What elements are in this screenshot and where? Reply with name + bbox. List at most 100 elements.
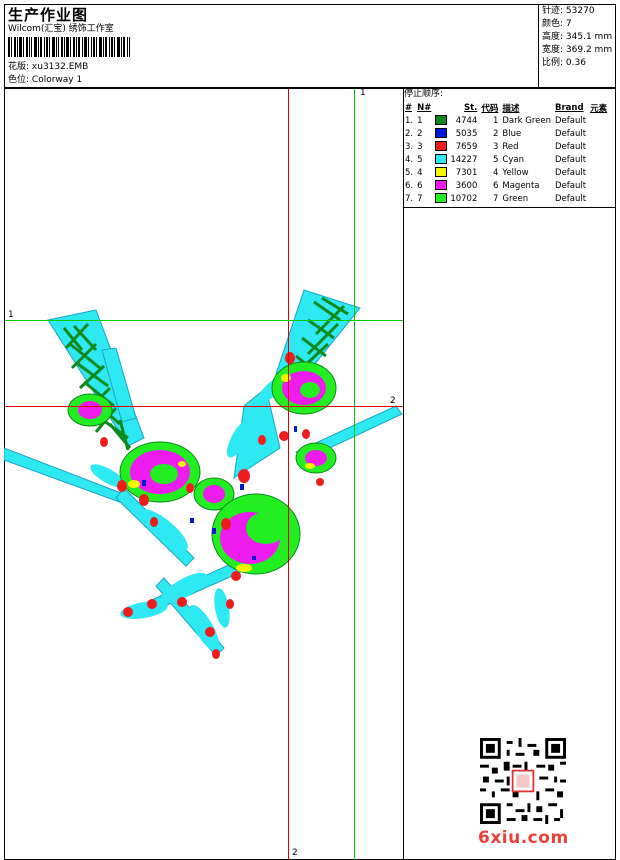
color-swatch	[435, 128, 448, 139]
col-header: 描述	[502, 103, 520, 114]
green-guide-top-label: 1	[360, 88, 366, 98]
red-vertical-guide	[288, 89, 289, 860]
color-swatch	[435, 193, 448, 204]
colorway-row: 色位: Colorway 1	[8, 75, 82, 86]
stat-width: 宽度: 369.2 mm	[542, 45, 612, 56]
row-index: 4.	[405, 154, 414, 165]
row-description: Yellow	[502, 167, 529, 178]
row-needle: 2	[417, 128, 423, 139]
red-horizontal-guide	[5, 406, 403, 407]
table-row: 5. 4 7301 4 Yellow Default	[403, 166, 609, 179]
row-code: 5	[492, 154, 499, 165]
row-description: Green	[502, 193, 529, 204]
table-row: 4. 5 14227 5 Cyan Default	[403, 153, 609, 166]
stat-value: 369.2 mm	[565, 45, 613, 55]
stitch-count: 4744	[455, 115, 478, 126]
stat-scale: 比例: 0.36	[542, 58, 586, 69]
row-description: Magenta	[502, 180, 540, 191]
stop-sequence-table: # N# St. 代码 描述 Brand 元素 1. 1 4744 1 Dark Gre…	[403, 101, 609, 205]
design-file-label: 花版:	[8, 62, 30, 72]
table-header-row: # N# St. 代码 描述 Brand 元素	[403, 101, 609, 114]
row-stitches: 10702	[433, 192, 479, 205]
row-element	[588, 127, 609, 140]
row-code: 6	[492, 180, 499, 191]
row-stitches: 7301	[433, 166, 479, 179]
table-row: 3. 3 7659 3 Red Default	[403, 140, 609, 153]
row-brand: Default	[555, 115, 587, 126]
header-divider	[538, 4, 539, 88]
row-stitches: 3600	[433, 179, 479, 192]
row-brand: Default	[555, 167, 587, 178]
company-name: Wilcom(汇宝) 绣饰工作室	[8, 24, 114, 34]
stitch-count: 5035	[455, 128, 478, 139]
color-swatch	[435, 115, 448, 126]
row-stitches: 7659	[433, 140, 479, 153]
row-brand: Default	[555, 128, 587, 139]
barcode-icon	[8, 37, 130, 57]
stitch-count: 10702	[450, 193, 478, 204]
row-stitches: 14227	[433, 153, 479, 166]
row-stitches: 5035	[433, 127, 479, 140]
row-element	[588, 114, 609, 127]
col-header: 代码	[481, 103, 499, 114]
stat-value: 345.1 mm	[565, 32, 613, 42]
color-swatch	[435, 141, 448, 152]
table-row: 6. 6 3600 6 Magenta Default	[403, 179, 609, 192]
stitch-count: 7301	[455, 167, 478, 178]
color-swatch	[435, 167, 448, 178]
row-needle: 1	[417, 115, 423, 126]
row-code: 4	[492, 167, 499, 178]
row-code: 7	[492, 193, 499, 204]
table-row: 1. 1 4744 1 Dark Green Default	[403, 114, 609, 127]
row-brand: Default	[555, 154, 587, 165]
row-description: Cyan	[502, 154, 524, 165]
row-description: Red	[502, 141, 519, 152]
col-header: N#	[417, 102, 432, 113]
color-swatch	[435, 180, 448, 191]
row-needle: 3	[417, 141, 423, 152]
stat-label: 针迹:	[542, 6, 564, 16]
green-guide-left-label: 1	[8, 310, 14, 320]
row-element	[588, 153, 609, 166]
color-swatch	[435, 154, 448, 165]
row-code: 2	[492, 128, 499, 139]
row-needle: 4	[417, 167, 423, 178]
row-needle: 7	[417, 193, 423, 204]
stat-label: 颜色:	[542, 19, 564, 29]
row-index: 6.	[405, 180, 414, 191]
stat-value: 0.36	[565, 58, 586, 68]
stitch-count: 3600	[455, 180, 478, 191]
colorway-label: 色位:	[8, 75, 30, 85]
stitch-count: 14227	[450, 154, 478, 165]
red-guide-bottom-label: 2	[292, 848, 298, 858]
stitch-count: 7659	[455, 141, 478, 152]
green-horizontal-guide	[5, 320, 403, 321]
row-element	[588, 179, 609, 192]
row-description: Blue	[502, 128, 522, 139]
col-header: Brand	[555, 102, 584, 113]
stat-stitches: 针迹: 53270	[542, 6, 595, 17]
row-index: 1.	[405, 115, 414, 126]
row-index: 5.	[405, 167, 414, 178]
qr-code-icon	[480, 738, 566, 824]
row-index: 7.	[405, 193, 414, 204]
stop-sequence-title: 停止顺序:	[404, 89, 444, 99]
colorway-value: Colorway 1	[31, 75, 83, 85]
stat-value: 7	[565, 19, 572, 29]
stat-label: 比例:	[542, 58, 564, 68]
row-element	[588, 166, 609, 179]
row-element	[588, 192, 609, 205]
stat-height: 高度: 345.1 mm	[542, 32, 612, 43]
row-index: 2.	[405, 128, 414, 139]
green-vertical-guide	[354, 89, 355, 860]
row-brand: Default	[555, 141, 587, 152]
embroidery-design	[4, 289, 403, 659]
design-file-row: 花版: xu3132.EMB	[8, 62, 88, 73]
stat-label: 宽度:	[542, 45, 564, 55]
table-row: 2. 2 5035 2 Blue Default	[403, 127, 609, 140]
stat-value: 53270	[565, 6, 595, 16]
row-needle: 6	[417, 180, 423, 191]
stat-colors: 颜色: 7	[542, 19, 572, 30]
col-header: #	[405, 102, 413, 113]
page-title: 生产作业图	[8, 6, 89, 24]
